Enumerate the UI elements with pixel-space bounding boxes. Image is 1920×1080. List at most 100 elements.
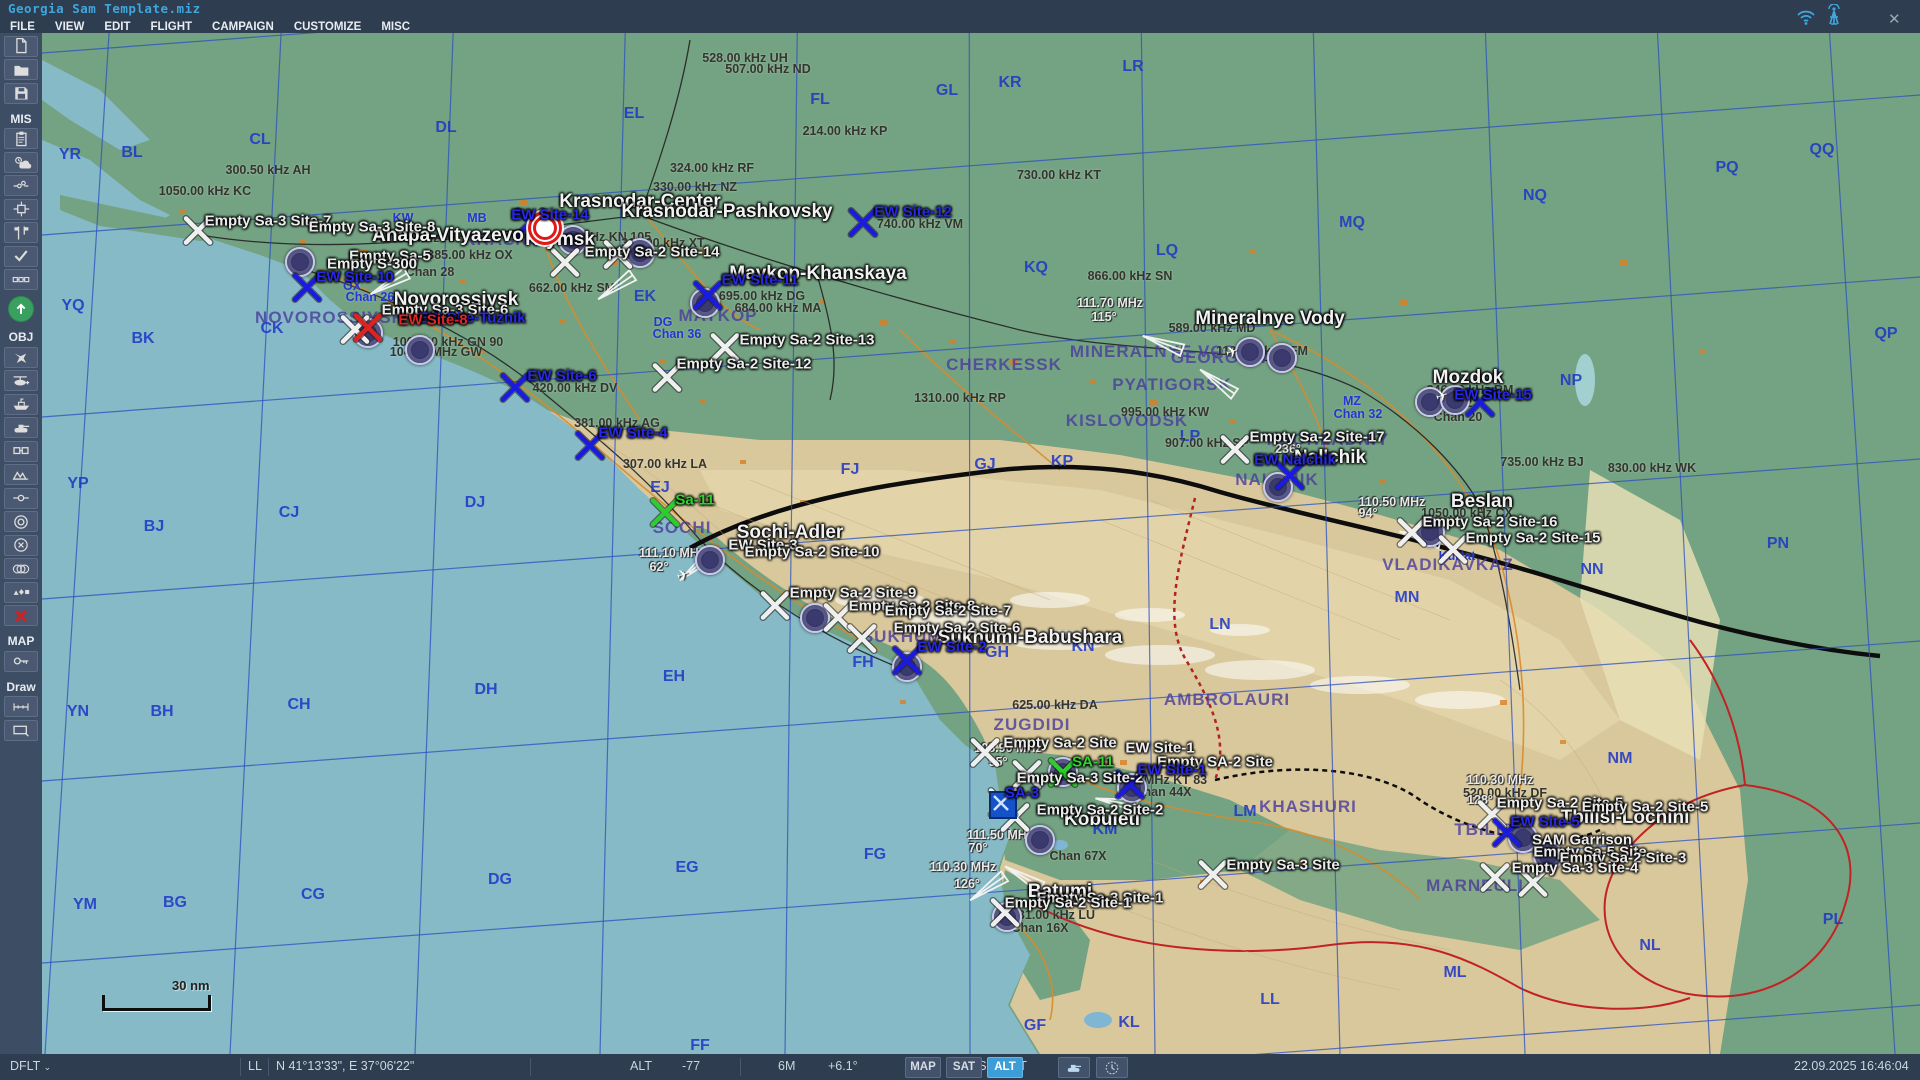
sam-site-label[interactable]: Empty Sa-3 Site-4: [1512, 860, 1639, 877]
grid-square-label: BJ: [144, 518, 164, 536]
grid-square-label: DH: [474, 681, 497, 699]
sam-site-label[interactable]: EW Site-10: [316, 269, 394, 286]
sam-site-label[interactable]: EW Site-2: [917, 639, 986, 656]
unit-x-marker[interactable]: [1218, 433, 1252, 472]
unit-x-marker[interactable]: [351, 311, 385, 350]
town-name-label: KHASHURI: [1259, 797, 1357, 817]
menu-item-flight[interactable]: FLIGHT: [141, 20, 203, 34]
ship-group-button[interactable]: [4, 394, 38, 415]
flags-icon: [10, 224, 32, 242]
menu-item-campaign[interactable]: CAMPAIGN: [202, 20, 284, 34]
weather-button[interactable]: [4, 152, 38, 173]
radar-unit-icon[interactable]: [1267, 343, 1297, 373]
shapes-button[interactable]: [4, 582, 38, 603]
conditions-button[interactable]: [4, 246, 38, 267]
template-button[interactable]: [4, 464, 38, 485]
sam-site-label[interactable]: EW Nalchik: [1254, 452, 1336, 469]
key-icon: [10, 652, 32, 670]
map-options-button[interactable]: [4, 651, 38, 672]
sam-site-label[interactable]: EW Site-6: [527, 368, 596, 385]
grid-square-label: NN: [1580, 561, 1603, 579]
nav-channel-label: MB: [467, 211, 486, 225]
start-mission-button[interactable]: [8, 296, 34, 322]
delete-button[interactable]: [4, 605, 38, 626]
sam-site-label[interactable]: EW Site-5: [1510, 814, 1579, 831]
new-mission-button[interactable]: [4, 36, 38, 57]
sam-site-label[interactable]: Empty Sa-2 Site-5: [1582, 799, 1709, 816]
unit-x-marker[interactable]: [1196, 858, 1230, 897]
sam-site-label[interactable]: Empty Sa-2 Site-13: [739, 332, 874, 349]
sam-site-label[interactable]: Empty Sa-2 Site-15: [1465, 530, 1600, 547]
grid-square-label: KR: [998, 74, 1021, 92]
sam-site-label[interactable]: Empty Sa-2 Site-2: [1037, 802, 1164, 819]
radio-frequency-label: 866.00 kHz SN: [1088, 269, 1173, 283]
menu-item-view[interactable]: VIEW: [45, 20, 94, 34]
sam-site-label[interactable]: Sa-11: [675, 492, 714, 509]
sam-site-label[interactable]: EW Site-8: [398, 312, 467, 329]
toolbar-section-mis: MIS: [0, 112, 42, 126]
unit-x-marker[interactable]: [548, 246, 582, 285]
sam-site-label[interactable]: EW Site-12: [874, 204, 952, 221]
sam-site-label[interactable]: Empty Sa-2 Site-1: [1005, 895, 1132, 912]
map-mode-button-map[interactable]: MAP: [905, 1057, 941, 1078]
map-mode-button-alt[interactable]: ALT: [987, 1057, 1023, 1078]
sam-site-label[interactable]: Empty Sa-3 Site: [1226, 857, 1339, 874]
sam-site-label[interactable]: EW Site-1: [1137, 762, 1206, 779]
sam-site-label[interactable]: SA-11: [1072, 754, 1114, 771]
grid-square-label: KP: [1051, 453, 1073, 471]
sam-site-label[interactable]: Empty Sa-2 Site-10: [744, 544, 879, 561]
sam-site-label[interactable]: EW Site-14: [511, 207, 589, 224]
static-object-button[interactable]: [4, 441, 38, 462]
sam-site-label[interactable]: EW Site-11: [722, 272, 799, 289]
unit-x-marker[interactable]: [691, 279, 725, 318]
sam-site-label[interactable]: Empty Sa-2 Site-6: [894, 620, 1021, 637]
goals-button[interactable]: [4, 222, 38, 243]
helicopter-group-button[interactable]: [4, 370, 38, 391]
unit-x-marker[interactable]: [758, 589, 792, 628]
coord-mode-label[interactable]: LL: [248, 1059, 262, 1073]
sam-site-label[interactable]: EW Site-15: [1454, 387, 1532, 404]
sam-site-label[interactable]: Empty Sa-2 Site: [1003, 735, 1116, 752]
trigger-sequence-button[interactable]: [4, 269, 38, 290]
profile-dropdown[interactable]: DFLT ⌄: [10, 1059, 51, 1073]
radar-unit-icon[interactable]: [405, 335, 435, 365]
briefing-button[interactable]: [4, 128, 38, 149]
time-toggle[interactable]: [1096, 1057, 1128, 1078]
triggers-button[interactable]: [4, 175, 38, 196]
map-mode-button-sat[interactable]: SAT: [946, 1057, 982, 1078]
measure-button[interactable]: [4, 696, 38, 717]
grid-square-label: EL: [624, 105, 644, 123]
sam-site-label[interactable]: Empty Sa-2 Site-14: [584, 244, 719, 261]
save-mission-button[interactable]: [4, 83, 38, 104]
ground-units-visibility-toggle[interactable]: [1058, 1057, 1090, 1078]
close-icon[interactable]: ✕: [1888, 10, 1901, 28]
waypoint-button[interactable]: [4, 488, 38, 509]
rect-icon: [10, 721, 32, 739]
sam-site-label[interactable]: Empty Sa-2 Site-17: [1249, 429, 1384, 446]
trigger-zone-button[interactable]: [4, 199, 38, 220]
mission-editor-screen: YRBLCLDLELFLGLKRLRKQLQMQNQPQQQQPNPPNNNMN…: [0, 0, 1920, 1080]
sam-site-label[interactable]: Empty Sa-3 Site-8: [309, 219, 436, 236]
menu-item-edit[interactable]: EDIT: [94, 20, 140, 34]
unit-x-marker[interactable]: [1478, 861, 1512, 900]
shapes-icon: [10, 583, 32, 601]
unit-x-marker[interactable]: [845, 622, 879, 661]
grid-square-label: QQ: [1810, 141, 1835, 159]
menu-item-customize[interactable]: CUSTOMIZE: [284, 20, 372, 34]
sam-site-label[interactable]: EW Site-4: [598, 425, 667, 442]
sam-site-label[interactable]: Empty Sa-2 Site-12: [676, 356, 811, 373]
sam-site-label[interactable]: Empty Sa-2 Site-7: [885, 603, 1012, 620]
unit-x-marker[interactable]: [968, 736, 1002, 775]
select-rect-button[interactable]: [4, 720, 38, 741]
exclude-zone-button[interactable]: [4, 535, 38, 556]
zone-button[interactable]: [4, 511, 38, 532]
open-mission-button[interactable]: [4, 59, 38, 80]
radar-unit-icon[interactable]: [695, 545, 725, 575]
sam-site-label[interactable]: SA-3: [1005, 785, 1039, 802]
menu-item-misc[interactable]: MISC: [371, 20, 420, 34]
vehicle-group-button[interactable]: [4, 417, 38, 438]
menu-item-file[interactable]: FILE: [0, 20, 45, 34]
group-layers-button[interactable]: [4, 558, 38, 579]
sam-site-label[interactable]: Empty Sa-2 Site-16: [1422, 514, 1557, 531]
airplane-group-button[interactable]: [4, 347, 38, 368]
